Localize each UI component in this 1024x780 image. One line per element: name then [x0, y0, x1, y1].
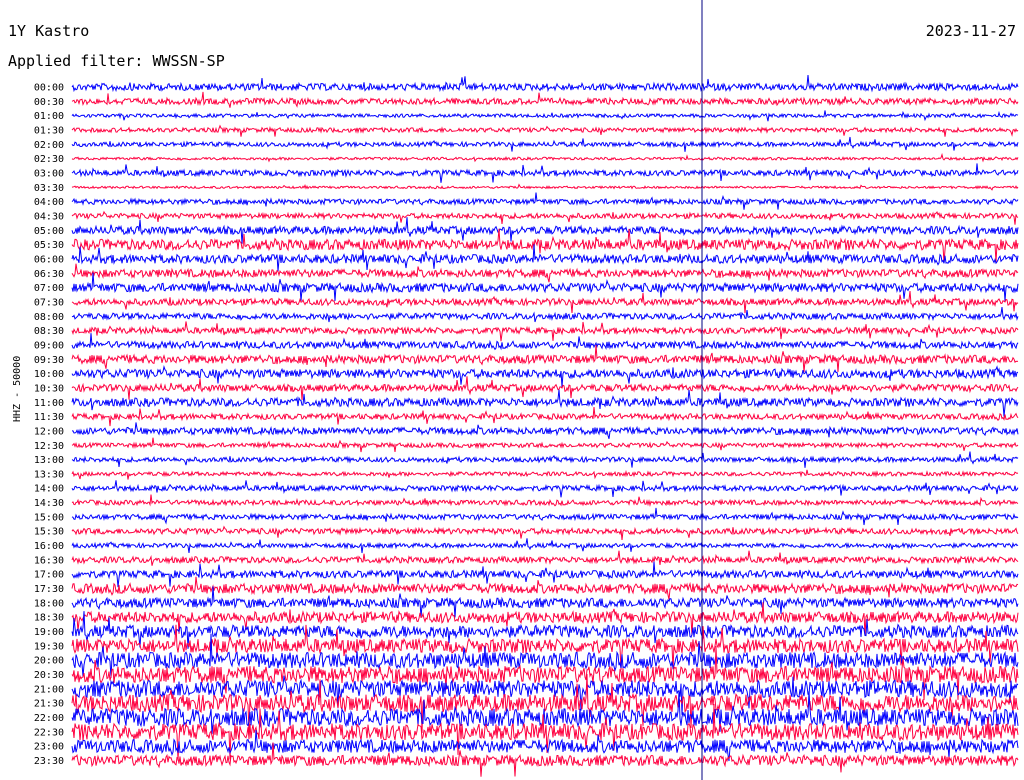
- tick-label-0830: 08:30: [34, 326, 64, 337]
- trace-0630: [71, 263, 1019, 283]
- trace-0000: [71, 75, 1019, 93]
- tick-label-1930: 19:30: [34, 641, 64, 652]
- tick-label-0200: 02:00: [34, 140, 64, 151]
- tick-label-1030: 10:30: [34, 383, 64, 394]
- trace-1430: [71, 494, 1019, 507]
- trace-1600: [71, 538, 1019, 554]
- trace-1000: [71, 365, 1019, 388]
- tick-label-1330: 13:30: [34, 469, 64, 480]
- tick-label-0730: 07:30: [34, 297, 64, 308]
- trace-0230: [71, 152, 1019, 163]
- tick-label-0930: 09:30: [34, 355, 64, 366]
- tick-label-0330: 03:30: [34, 183, 64, 194]
- tick-label-1200: 12:00: [34, 426, 64, 437]
- helicorder-plot: 00:00 00:30 01:00 01:30 02:00 02:30 03:00 03:30…: [34, 0, 1019, 780]
- trace-1630: [71, 550, 1019, 566]
- trace-0830: [71, 321, 1019, 342]
- trace-1500: [71, 507, 1019, 526]
- tick-label-0500: 05:00: [34, 226, 64, 237]
- time-tick-labels: 00:00 00:30 01:00 01:30 02:00 02:30 03:00 03:30…: [34, 83, 64, 768]
- tick-label-0900: 09:00: [34, 340, 64, 351]
- tick-label-1830: 18:30: [34, 613, 64, 624]
- tick-label-0100: 01:00: [34, 111, 64, 122]
- tick-label-1000: 10:00: [34, 369, 64, 380]
- trace-2130: [71, 673, 1019, 734]
- trace-1230: [71, 437, 1019, 453]
- trace-2230: [71, 703, 1019, 761]
- trace-1300: [71, 451, 1019, 468]
- tick-label-1630: 16:30: [34, 555, 64, 566]
- trace-0930: [71, 344, 1019, 373]
- tick-label-0530: 05:30: [34, 240, 64, 251]
- trace-0900: [71, 333, 1019, 351]
- tick-label-0300: 03:00: [34, 169, 64, 180]
- tick-label-2300: 23:00: [34, 742, 64, 753]
- tick-label-1300: 13:00: [34, 455, 64, 466]
- tick-label-2200: 22:00: [34, 713, 64, 724]
- tick-label-0430: 04:30: [34, 212, 64, 223]
- tick-label-0000: 00:00: [34, 83, 64, 94]
- tick-label-1700: 17:00: [34, 570, 64, 581]
- trace-0400: [71, 192, 1019, 210]
- tick-label-1800: 18:00: [34, 598, 64, 609]
- trace-1700: [71, 561, 1019, 588]
- tick-label-0630: 06:30: [34, 269, 64, 280]
- tick-label-2030: 20:30: [34, 670, 64, 681]
- trace-0030: [71, 91, 1019, 108]
- tick-label-0030: 00:30: [34, 97, 64, 108]
- tick-label-0800: 08:00: [34, 312, 64, 323]
- tick-label-1730: 17:30: [34, 584, 64, 595]
- tick-label-1130: 11:30: [34, 412, 64, 423]
- trace-0730: [71, 290, 1019, 314]
- trace-0430: [71, 210, 1019, 225]
- tick-label-2330: 23:30: [34, 756, 64, 767]
- tick-label-0700: 07:00: [34, 283, 64, 294]
- tick-label-1600: 16:00: [34, 541, 64, 552]
- tick-label-2130: 21:30: [34, 699, 64, 710]
- tick-label-0230: 02:30: [34, 154, 64, 165]
- trace-0100: [71, 110, 1019, 122]
- tick-label-2000: 20:00: [34, 656, 64, 667]
- trace-0130: [71, 124, 1019, 137]
- trace-1030: [71, 376, 1019, 400]
- tick-label-2230: 22:30: [34, 727, 64, 738]
- tick-label-1500: 15:00: [34, 512, 64, 523]
- trace-0200: [71, 136, 1019, 152]
- trace-1400: [71, 480, 1019, 498]
- tick-label-0600: 06:00: [34, 255, 64, 266]
- trace-1330: [71, 469, 1019, 480]
- trace-0800: [71, 307, 1019, 323]
- trace-1200: [72, 422, 1019, 439]
- tick-label-0400: 04:00: [34, 197, 64, 208]
- tick-label-1530: 15:30: [34, 527, 64, 538]
- tick-label-2100: 21:00: [34, 684, 64, 695]
- tick-label-1400: 14:00: [34, 484, 64, 495]
- tick-label-1230: 12:30: [34, 441, 64, 452]
- trace-1130: [71, 406, 1019, 427]
- tick-label-1100: 11:00: [34, 398, 64, 409]
- trace-0300: [71, 163, 1019, 183]
- tick-label-0130: 01:30: [34, 126, 64, 137]
- tick-label-1430: 14:30: [34, 498, 64, 509]
- trace-1530: [71, 525, 1019, 540]
- trace-0330: [71, 183, 1019, 191]
- tick-label-1900: 19:00: [34, 627, 64, 638]
- trace-group: [71, 75, 1019, 777]
- trace-0500: [71, 217, 1019, 244]
